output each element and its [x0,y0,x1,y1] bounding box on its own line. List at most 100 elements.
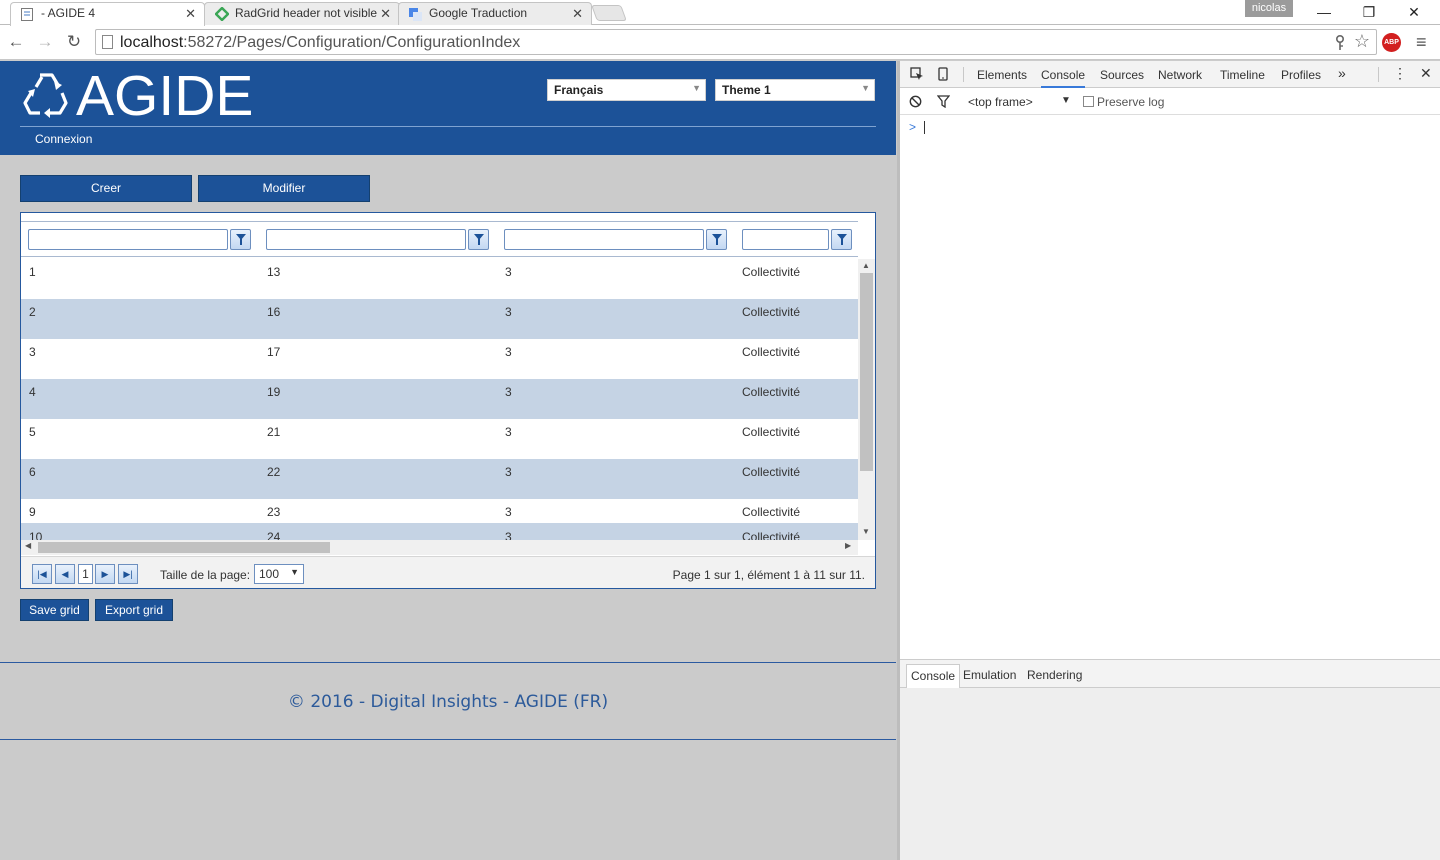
forward-icon[interactable]: → [35,32,55,52]
tab-sources[interactable]: Sources [1100,68,1144,82]
chrome-menu-icon[interactable]: ≡ [1416,32,1427,53]
close-tab-icon[interactable]: ✕ [185,6,196,22]
scroll-right-icon[interactable]: ▶ [845,541,851,550]
profile-badge[interactable]: nicolas [1245,0,1293,17]
table-row[interactable]: 3 17 3 Collectivité [21,339,858,379]
device-mode-icon[interactable] [938,67,948,81]
cell-col2: 16 [267,305,281,319]
cell-col4: Collectivité [742,385,801,399]
browser-tab-radgrid[interactable]: RadGrid header not visible ✕ [204,2,400,25]
first-page-icon[interactable]: |◀ [32,564,52,584]
footer-copyright: © 2016 - Digital Insights - AGIDE (FR) [287,692,609,712]
browser-tab-agide[interactable]: - AGIDE 4 ✕ [10,2,205,26]
page-info-icon[interactable] [102,35,113,49]
restore-icon[interactable]: ❐ [1359,4,1379,21]
tab-title: - AGIDE 4 [41,6,96,20]
console-output[interactable]: > [900,116,1440,661]
web-page: AGIDE Français ▼ Theme 1 ▼ Connexion Cre… [0,61,896,860]
address-bar[interactable]: localhost:58272/Pages/Configuration/Conf… [95,29,1377,55]
drawer-tab-emulation[interactable]: Emulation [959,664,1020,688]
site-logo-text[interactable]: AGIDE [76,64,253,128]
console-toolbar: <top frame> ▼ Preserve log [900,89,1440,115]
customize-menu-icon[interactable]: ⋮ [1393,65,1407,82]
table-row[interactable]: 9 23 3 Collectivité [21,499,858,523]
prev-page-icon[interactable]: ◀ [55,564,75,584]
page-number-button[interactable]: 1 [78,564,93,584]
clear-console-icon[interactable] [909,95,922,108]
cell-col4: Collectivité [742,265,801,279]
back-icon[interactable]: ← [6,32,26,52]
table-row[interactable]: 5 21 3 Collectivité [21,419,858,459]
filter-icon[interactable] [831,229,852,250]
minimize-icon[interactable]: — [1314,4,1334,20]
console-input-caret[interactable] [924,121,925,134]
filter-icon[interactable] [937,95,950,108]
scroll-left-icon[interactable]: ◀ [25,541,31,550]
tab-console[interactable]: Console [1041,68,1086,88]
reload-icon[interactable]: ↻ [64,32,84,52]
more-tabs-icon[interactable]: » [1338,65,1346,81]
drawer-tab-console[interactable]: Console [906,664,961,688]
tab-profiles[interactable]: Profiles [1281,68,1321,82]
language-select[interactable]: Français ▼ [547,79,706,101]
last-page-icon[interactable]: ▶| [118,564,138,584]
table-row[interactable]: 2 16 3 Collectivité [21,299,858,339]
chevron-down-icon[interactable]: ▼ [1061,95,1071,106]
page-size-select[interactable]: 100 ▼ [254,564,304,584]
scrollbar-thumb[interactable] [38,542,330,553]
bookmark-star-icon[interactable]: ☆ [1354,31,1370,52]
table-row[interactable]: 4 19 3 Collectivité [21,379,858,419]
close-devtools-icon[interactable]: ✕ [1420,65,1432,82]
toolbar-divider [1378,67,1379,82]
modify-button[interactable]: Modifier [198,175,370,202]
table-row[interactable]: 10 24 3 Collectivité [21,523,858,540]
tab-timeline[interactable]: Timeline [1220,68,1265,82]
browser-tab-strip: - AGIDE 4 ✕ RadGrid header not visible ✕… [0,0,1440,26]
theme-select-value: Theme 1 [722,83,771,97]
grid-horizontal-scrollbar[interactable]: ◀ ▶ [21,540,858,555]
page-size-value: 100 [259,567,280,581]
scroll-up-icon[interactable]: ▲ [862,261,870,270]
frame-select[interactable]: <top frame> [968,95,1033,109]
filter-input-col1[interactable] [28,229,228,250]
inspect-element-icon[interactable] [910,67,924,81]
export-grid-button[interactable]: Export grid [95,599,173,621]
cell-col2: 13 [267,265,281,279]
filter-input-col3[interactable] [504,229,704,250]
next-page-icon[interactable]: ▶ [95,564,115,584]
preserve-log-checkbox[interactable] [1083,96,1094,107]
filter-icon[interactable] [468,229,489,250]
create-button[interactable]: Creer [20,175,192,202]
filter-input-col4[interactable] [742,229,829,250]
page-size-label: Taille de la page: [160,568,251,582]
grid-vertical-scrollbar[interactable]: ▲ ▼ [858,259,875,540]
devtools-tab-bar: Elements Console Sources Network Timelin… [900,61,1440,88]
close-window-icon[interactable]: ✕ [1404,4,1424,21]
new-tab-button[interactable] [591,5,627,21]
save-grid-button[interactable]: Save grid [20,599,89,621]
table-row[interactable]: 6 22 3 Collectivité [21,459,858,499]
close-tab-icon[interactable]: ✕ [380,6,391,22]
scrollbar-thumb[interactable] [860,273,873,471]
cell-col4: Collectivité [742,465,801,479]
table-row[interactable]: 1 13 3 Collectivité [21,259,858,299]
filter-icon[interactable] [706,229,727,250]
filter-input-col2[interactable] [266,229,466,250]
url-host: localhost [120,34,184,51]
filter-icon[interactable] [230,229,251,250]
login-link[interactable]: Connexion [35,132,92,146]
tab-elements[interactable]: Elements [977,68,1027,82]
cell-col2: 17 [267,345,281,359]
cell-id: 5 [29,425,36,439]
key-icon[interactable] [1334,35,1346,51]
theme-select[interactable]: Theme 1 ▼ [715,79,875,101]
rad-grid: 1 13 3 Collectivité 2 16 3 Collectivité … [20,212,876,589]
adblock-icon[interactable]: ABP [1382,33,1401,52]
scroll-down-icon[interactable]: ▼ [862,527,870,536]
browser-tab-google-translate[interactable]: Google Traduction ✕ [398,2,592,25]
cell-id: 9 [29,505,36,519]
close-tab-icon[interactable]: ✕ [572,6,583,22]
drawer-tab-rendering[interactable]: Rendering [1023,664,1086,688]
telerik-icon [215,7,229,21]
tab-network[interactable]: Network [1158,68,1202,82]
